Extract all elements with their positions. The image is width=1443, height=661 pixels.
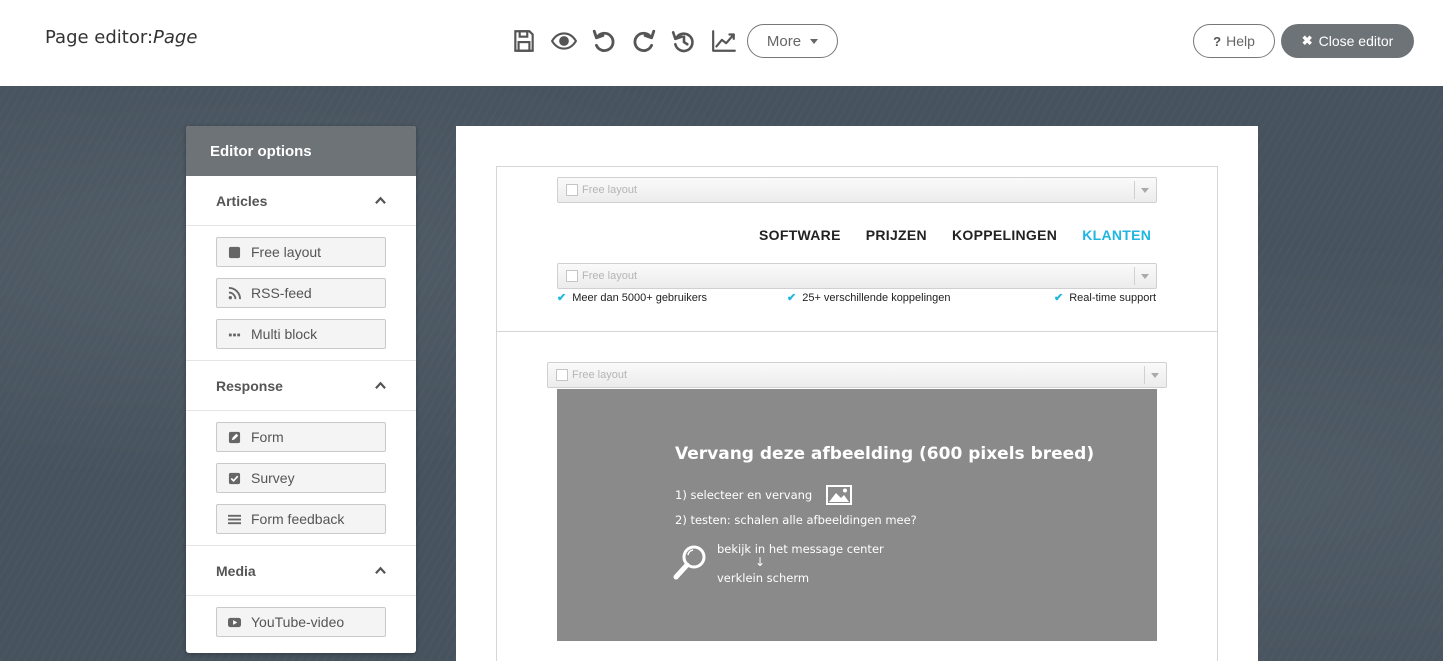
history-icon[interactable] bbox=[670, 27, 698, 55]
placeholder-step-2: 2) testen: schalen alle afbeeldingen mee… bbox=[675, 513, 917, 527]
free-layout-label: Free layout bbox=[582, 270, 638, 282]
chevron-up-icon bbox=[375, 381, 386, 389]
block-multi-block[interactable]: Multi block bbox=[216, 319, 386, 349]
chevron-up-icon bbox=[375, 196, 386, 204]
square-icon bbox=[227, 245, 241, 259]
block-dropdown-icon[interactable] bbox=[1134, 267, 1154, 285]
item-label: Free layout bbox=[251, 244, 322, 260]
toolbar-icons bbox=[510, 24, 750, 58]
preview-eye-icon[interactable] bbox=[550, 27, 578, 55]
undo-icon[interactable] bbox=[590, 27, 618, 55]
block-checkbox[interactable] bbox=[566, 270, 578, 282]
block-youtube-video[interactable]: YouTube-video bbox=[216, 607, 386, 637]
page-title: Page editor:Page bbox=[45, 27, 197, 48]
page-title-label: Page editor: bbox=[45, 27, 154, 48]
usp-item: ✔ Meer dan 5000+ gebruikers bbox=[557, 291, 708, 305]
check-icon: ✔ bbox=[1054, 292, 1064, 304]
block-rss-feed[interactable]: RSS-feed bbox=[216, 278, 386, 308]
usp-item: ✔ 25+ verschillende koppelingen bbox=[787, 291, 951, 305]
nav-item-klanten[interactable]: KLANTEN bbox=[1082, 227, 1151, 243]
item-label: Multi block bbox=[251, 326, 318, 342]
section-label: Media bbox=[216, 562, 256, 579]
free-layout-bar[interactable]: Free layout bbox=[547, 362, 1167, 388]
placeholder-step-1: 1) selecteer en vervang bbox=[675, 485, 853, 505]
image-icon bbox=[826, 485, 853, 505]
placeholder-step-4: verklein scherm bbox=[717, 571, 810, 585]
block-dropdown-icon[interactable] bbox=[1144, 366, 1164, 384]
section-header-response[interactable]: Response bbox=[186, 361, 416, 411]
close-label: Close editor bbox=[1318, 33, 1394, 49]
arrow-down-icon: ↓ bbox=[755, 555, 766, 569]
block-free-layout[interactable]: Free layout bbox=[216, 237, 386, 267]
usp-text: Meer dan 5000+ gebruikers bbox=[572, 291, 708, 304]
section-items-response: Form Survey Form feedback bbox=[186, 411, 416, 546]
section-header-articles[interactable]: Articles bbox=[186, 176, 416, 226]
more-label: More bbox=[766, 32, 802, 50]
placeholder-step-3: bekijk in het message center bbox=[717, 542, 884, 556]
section-items-articles: Free layout RSS-feed Multi block bbox=[186, 226, 416, 361]
nav-item-koppelingen[interactable]: KOPPELINGEN bbox=[952, 227, 1057, 243]
placeholder-title: Vervang deze afbeelding (600 pixels bree… bbox=[675, 444, 1095, 464]
block-checkbox[interactable] bbox=[556, 369, 568, 381]
caret-down-icon bbox=[810, 38, 819, 44]
list-icon bbox=[227, 512, 241, 526]
item-label: Survey bbox=[251, 470, 295, 486]
step-1-text: 1) selecteer en vervang bbox=[675, 488, 813, 502]
free-layout-bar[interactable]: Free layout bbox=[557, 177, 1157, 203]
close-editor-button[interactable]: ✖ Close editor bbox=[1281, 24, 1414, 58]
site-navigation: SOFTWARE PRIJZEN KOPPELINGEN KLANTEN bbox=[759, 227, 1176, 243]
section-header-media[interactable]: Media bbox=[186, 546, 416, 596]
email-frame: Free layout SOFTWARE PRIJZEN KOPPELINGEN… bbox=[496, 166, 1218, 661]
usp-text: Real-time support bbox=[1069, 291, 1157, 304]
save-icon[interactable] bbox=[510, 27, 538, 55]
nav-item-prijzen[interactable]: PRIJZEN bbox=[866, 227, 927, 243]
page-title-name: Page bbox=[153, 27, 198, 48]
editor-options-title: Editor options bbox=[186, 126, 416, 176]
rss-icon bbox=[227, 286, 241, 300]
block-survey[interactable]: Survey bbox=[216, 463, 386, 493]
redo-icon[interactable] bbox=[630, 27, 658, 55]
block-form-feedback[interactable]: Form feedback bbox=[216, 504, 386, 534]
placeholder-image[interactable]: Vervang deze afbeelding (600 pixels bree… bbox=[557, 389, 1157, 641]
free-layout-bar[interactable]: Free layout bbox=[557, 263, 1157, 289]
close-icon: ✖ bbox=[1301, 33, 1313, 48]
nav-item-software[interactable]: SOFTWARE bbox=[759, 227, 841, 243]
section-label: Response bbox=[216, 377, 283, 394]
edit-icon bbox=[227, 430, 241, 444]
check-icon: ✔ bbox=[557, 292, 567, 304]
usp-text: 25+ verschillende koppelingen bbox=[802, 291, 951, 304]
item-label: Form feedback bbox=[251, 511, 345, 527]
statistics-chart-icon[interactable] bbox=[710, 27, 738, 55]
checkbox-icon bbox=[227, 471, 241, 485]
section-label: Articles bbox=[216, 192, 268, 209]
question-icon: ? bbox=[1213, 33, 1222, 49]
youtube-icon bbox=[227, 615, 241, 629]
free-layout-label: Free layout bbox=[572, 369, 628, 381]
item-label: YouTube-video bbox=[251, 614, 345, 630]
usp-item: ✔ Real-time support bbox=[1054, 291, 1157, 305]
chevron-up-icon bbox=[375, 566, 386, 574]
more-dropdown-button[interactable]: More bbox=[747, 24, 838, 58]
editor-options-panel: Editor options Articles Free layout RSS-… bbox=[186, 126, 416, 653]
free-layout-label: Free layout bbox=[582, 184, 638, 196]
editor-toolbar: Page editor:Page More ? Help ✖ Close edito… bbox=[0, 0, 1443, 86]
help-label: Help bbox=[1226, 33, 1255, 49]
block-dropdown-icon[interactable] bbox=[1134, 181, 1154, 199]
ellipsis-icon bbox=[227, 327, 241, 341]
section-divider bbox=[497, 331, 1217, 332]
check-icon: ✔ bbox=[787, 292, 797, 304]
page-canvas: Free layout SOFTWARE PRIJZEN KOPPELINGEN… bbox=[456, 126, 1258, 661]
magnifier-icon bbox=[673, 545, 706, 580]
help-button[interactable]: ? Help bbox=[1193, 24, 1275, 58]
block-form[interactable]: Form bbox=[216, 422, 386, 452]
item-label: RSS-feed bbox=[251, 285, 312, 301]
block-checkbox[interactable] bbox=[566, 184, 578, 196]
section-items-media: YouTube-video bbox=[186, 596, 416, 637]
item-label: Form bbox=[251, 429, 284, 445]
